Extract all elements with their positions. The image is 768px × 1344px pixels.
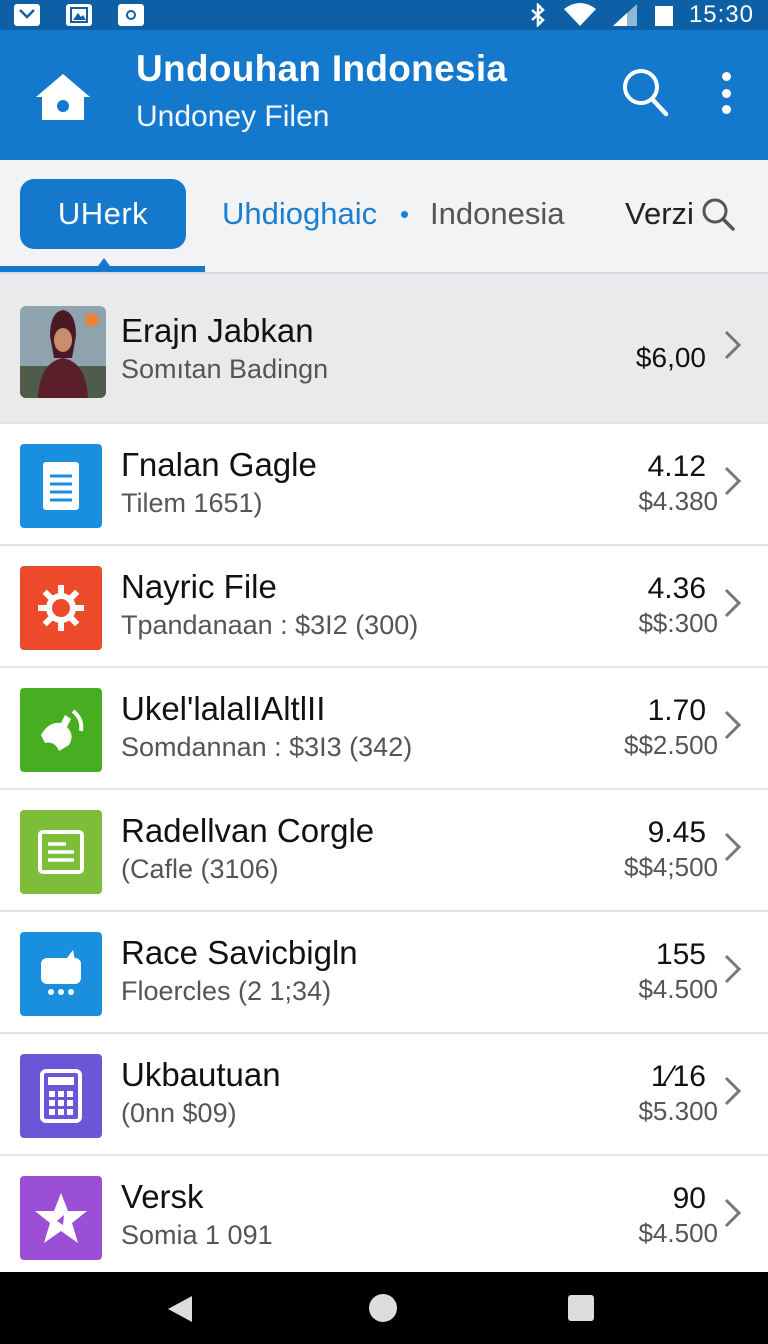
mail-icon — [14, 4, 40, 26]
item-subtitle: Floercles (2 1;34) — [121, 976, 332, 1006]
item-subtitle: Somdannan : $3I3 (342) — [121, 732, 413, 762]
item-value: 90 — [672, 1182, 706, 1215]
item-value: 1⁄16 — [650, 1060, 706, 1093]
list-item[interactable]: Race Savicbigln Floercles (2 1;34) 155 $… — [0, 912, 768, 1034]
item-price: $$2.500 — [624, 730, 718, 760]
list-item[interactable]: Nayric File Tpandanaan : $3I2 (300) 4.36… — [0, 546, 768, 668]
app-subtitle: Undoney Filen — [136, 100, 330, 133]
item-price: $6,00 — [635, 342, 706, 373]
signal-icon — [612, 4, 637, 26]
list-item[interactable]: Ukbautuan (0nn $09) 1⁄16 $5.300 — [0, 1034, 768, 1156]
list-item-featured[interactable]: Erajn Jabkan Somıtan Badingn $6,00 — [0, 274, 768, 424]
search-button[interactable] — [620, 66, 670, 118]
item-name: Race Savicbigln — [121, 934, 358, 971]
item-name: Nayric File — [121, 568, 277, 605]
tab-strip: UHerk Uhdioghaic Indonesia Verzi — [0, 160, 768, 274]
hands-icon — [20, 688, 102, 772]
item-value: 155 — [655, 938, 706, 971]
image-icon — [66, 4, 92, 26]
tab-uhdioghaic[interactable]: Uhdioghaic — [222, 196, 377, 232]
item-price: $$4;500 — [624, 852, 718, 882]
home-button[interactable] — [34, 72, 92, 122]
chevron-right-icon — [724, 954, 742, 984]
chevron-right-icon — [724, 710, 742, 740]
list-item[interactable]: Гnalan Gagle Tilem 1651) 4.12 $4.380 — [0, 424, 768, 546]
item-name: Erajn Jabkan — [121, 312, 314, 349]
more-options-icon[interactable] — [708, 68, 744, 118]
item-value: 4.36 — [647, 572, 706, 605]
tab-active[interactable]: UHerk — [20, 179, 186, 249]
tab-search-button[interactable] — [700, 196, 736, 232]
search-icon — [623, 69, 669, 117]
gear-icon — [20, 566, 102, 650]
item-name: Гnalan Gagle — [121, 446, 317, 483]
chevron-right-icon — [724, 466, 742, 496]
item-price: $4.380 — [638, 486, 718, 516]
item-price: $4.500 — [638, 974, 718, 1004]
calculator-icon — [20, 1054, 102, 1138]
item-value: 1.70 — [647, 694, 706, 727]
system-nav-bar — [0, 1272, 768, 1344]
recent-apps-icon[interactable] — [568, 1295, 594, 1321]
avatar — [20, 306, 106, 398]
item-name: Versk — [121, 1178, 204, 1215]
tab-indonesia[interactable]: Indonesia — [430, 196, 564, 232]
camera-icon — [118, 4, 144, 26]
list-item[interactable]: Ukel'lalalIAltlII Somdannan : $3I3 (342)… — [0, 668, 768, 790]
item-subtitle: Somıtan Badingn — [121, 354, 329, 384]
app-title: Undouhan Indonesia — [136, 48, 508, 89]
tab-separator-dot — [401, 211, 408, 218]
item-subtitle: (Cafle (3106) — [121, 854, 279, 884]
tab-verzi[interactable]: Verzi — [625, 196, 694, 232]
home-icon — [36, 74, 90, 120]
item-name: Radellvan Corgle — [121, 812, 375, 849]
bluetooth-icon — [531, 3, 545, 27]
item-subtitle: (0nn $09) — [121, 1098, 237, 1128]
item-price: $$:300 — [638, 608, 718, 638]
list-item[interactable]: Versk Somia 1 091 90 $4.500 — [0, 1156, 768, 1278]
document-icon — [20, 444, 102, 528]
item-name: Ukbautuan — [121, 1056, 281, 1093]
chevron-right-icon — [724, 832, 742, 862]
app-bar: Undouhan Indonesia Undoney Filen — [0, 30, 768, 160]
chevron-right-icon — [724, 330, 742, 360]
item-subtitle: Somia 1 091 — [121, 1220, 273, 1250]
home-nav-icon[interactable] — [369, 1294, 397, 1322]
item-value: 4.12 — [647, 450, 706, 483]
item-price: $5.300 — [638, 1096, 718, 1126]
item-price: $4.500 — [638, 1218, 718, 1248]
item-value: 9.45 — [647, 816, 706, 849]
list-item[interactable]: Radellvan Corgle (Cafle (3106) 9.45 $$4;… — [0, 790, 768, 912]
item-name: Ukel'lalalIAltlII — [121, 690, 326, 727]
chevron-right-icon — [724, 1198, 742, 1228]
chevron-right-icon — [724, 588, 742, 618]
star-icon — [20, 1176, 102, 1260]
battery-icon — [654, 6, 673, 26]
wifi-icon — [563, 3, 596, 26]
back-icon[interactable] — [166, 1294, 194, 1324]
file-list: Erajn Jabkan Somıtan Badingn $6,00 Гnala… — [0, 274, 768, 1278]
item-subtitle: Tpandanaan : $3I2 (300) — [121, 610, 419, 640]
search-icon — [702, 198, 735, 231]
item-subtitle: Tilem 1651) — [121, 488, 263, 518]
status-time: 15:30 — [688, 1, 754, 28]
status-bar: 15:30 — [0, 0, 768, 30]
notes-icon — [20, 810, 102, 894]
tab-indicator — [0, 258, 205, 272]
chat-icon — [20, 932, 102, 1016]
chevron-right-icon — [724, 1076, 742, 1106]
